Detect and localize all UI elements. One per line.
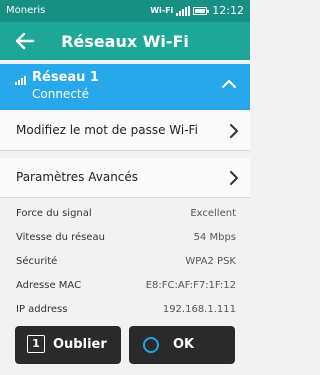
page-title: Réseaux Wi-Fi (61, 32, 189, 51)
status-time: 12:12 (212, 4, 244, 17)
forget-label: Oublier (53, 337, 107, 352)
battery-icon (193, 6, 210, 15)
ok-label: OK (173, 337, 195, 352)
detail-key: Adresse MAC (16, 280, 82, 291)
network-details: Force du signal Excellent Vitesse du rés… (0, 200, 250, 340)
detail-row: Adresse MAC E8:FC:AF:F7:1F:12 (16, 280, 236, 296)
advanced-settings-label: Paramètres Avancés (16, 170, 139, 184)
status-icons: Wi-Fi 12:12 (150, 4, 244, 17)
detail-row: Vitesse du réseau 54 Mbps (16, 232, 236, 248)
ok-button[interactable]: OK (129, 326, 235, 364)
detail-key: Force du signal (16, 208, 92, 219)
wifi-signal-icon (15, 75, 26, 85)
softkey-bar: 1 Oublier OK (0, 320, 250, 375)
chevron-up-icon[interactable] (222, 79, 236, 89)
detail-row: IP address 192.168.1.111 (16, 304, 236, 320)
signal-bars-icon (176, 5, 191, 16)
chevron-right-icon (230, 171, 238, 185)
ok-ring-icon (143, 337, 159, 353)
detail-value: 192.168.1.111 (162, 304, 236, 315)
detail-key: IP address (16, 304, 68, 315)
advanced-settings-row[interactable]: Paramètres Avancés (0, 158, 250, 198)
detail-value: Excellent (190, 208, 236, 219)
detail-value: E8:FC:AF:F7:1F:12 (145, 280, 236, 291)
wifi-label: Wi-Fi (150, 6, 174, 15)
detail-value: WPA2 PSK (185, 256, 236, 267)
detail-key: Sécurité (16, 256, 58, 267)
detail-value: 54 Mbps (193, 232, 236, 243)
network-status: Connecté (32, 87, 89, 101)
detail-key: Vitesse du réseau (16, 232, 105, 243)
forget-button[interactable]: 1 Oublier (15, 326, 121, 364)
network-name: Réseau 1 (32, 70, 99, 85)
detail-row: Force du signal Excellent (16, 208, 236, 224)
key-1-icon: 1 (27, 335, 45, 353)
detail-row: Sécurité WPA2 PSK (16, 256, 236, 272)
status-bar: Moneris Wi-Fi 12:12 (0, 0, 250, 22)
chevron-right-icon (230, 124, 238, 138)
app-header: Réseaux Wi-Fi (0, 22, 250, 60)
carrier-name: Moneris (6, 5, 46, 16)
change-password-label: Modifiez le mot de passe Wi-Fi (16, 123, 198, 137)
network-item[interactable]: Réseau 1 Connecté (0, 64, 250, 110)
change-password-row[interactable]: Modifiez le mot de passe Wi-Fi (0, 111, 250, 151)
